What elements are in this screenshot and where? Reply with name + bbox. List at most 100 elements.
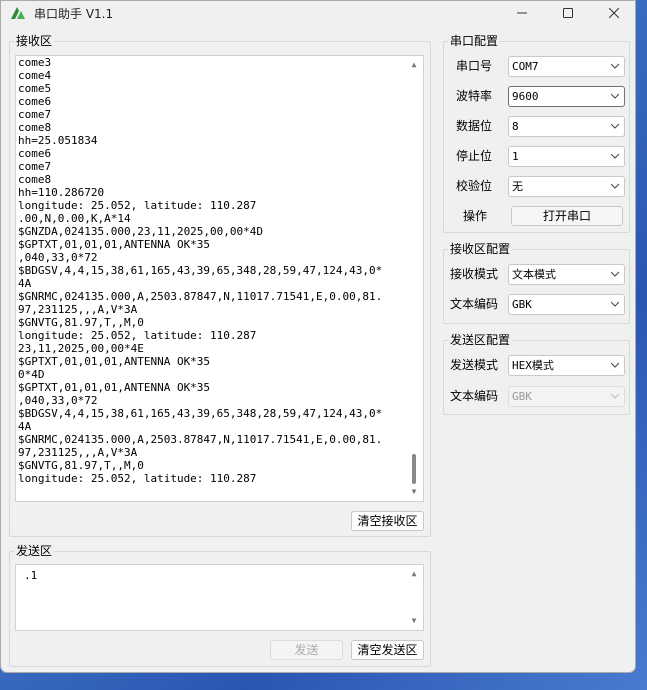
- recv-line: $BDGSV,4,4,15,38,61,165,43,39,65,348,28,…: [18, 264, 383, 277]
- baud-select[interactable]: 9600: [508, 86, 625, 107]
- send-group-title: 发送区: [14, 544, 55, 558]
- recv-line: come6: [18, 95, 52, 108]
- recv-group-title: 接收区: [14, 34, 55, 48]
- send-mode-label: 发送模式: [450, 358, 499, 372]
- recv-config-title: 接收区配置: [448, 242, 513, 256]
- recv-line: come5: [18, 82, 52, 95]
- recv-mode-select[interactable]: 文本模式: [508, 264, 625, 285]
- chevron-down-icon: [611, 301, 619, 307]
- scroll-up-icon[interactable]: ▲: [409, 60, 419, 70]
- recv-line: ,040,33,0*72: [18, 251, 98, 264]
- recv-line: come7: [18, 108, 52, 121]
- recv-line: 4A: [18, 420, 32, 433]
- scroll-down-icon[interactable]: ▼: [409, 616, 419, 626]
- chevron-down-icon: [611, 93, 619, 99]
- open-port-button[interactable]: 打开串口: [511, 206, 623, 226]
- recv-line: ,040,33,0*72: [18, 394, 98, 407]
- recv-text: come3 come4 come5 come6 come7 come8 hh=25.0518…: [18, 56, 405, 485]
- recv-line: 0*4D: [18, 368, 45, 381]
- databits-select[interactable]: 8: [508, 116, 625, 137]
- port-value: COM7: [512, 60, 539, 73]
- stopbits-select[interactable]: 1: [508, 146, 625, 167]
- recv-encoding-value: GBK: [512, 298, 532, 311]
- chevron-down-icon: [611, 183, 619, 189]
- send-encoding-label: 文本编码: [450, 389, 499, 403]
- recv-mode-value: 文本模式: [512, 268, 556, 281]
- port-label: 串口号: [456, 59, 493, 73]
- recv-line: come7: [18, 160, 52, 173]
- recv-line: 97,231125,,,A,V*3A: [18, 446, 138, 459]
- scroll-thumb[interactable]: [412, 454, 416, 484]
- recv-line: $GPTXT,01,01,01,ANTENNA OK*35: [18, 238, 211, 251]
- parity-label: 校验位: [456, 179, 493, 193]
- main-window: 串口助手 V1.1 接收区 come3 come4 come5 come6 come7 c…: [0, 0, 636, 673]
- recv-line: come6: [18, 147, 52, 160]
- recv-line: $GNRMC,024135.000,A,2503.87847,N,11017.7…: [18, 433, 383, 446]
- close-icon: [609, 8, 619, 18]
- recv-line: $GNVTG,81.97,T,,M,0: [18, 459, 144, 472]
- recv-line: come8: [18, 121, 52, 134]
- send-button[interactable]: 发送: [270, 640, 343, 660]
- recv-encoding-select[interactable]: GBK: [508, 294, 625, 315]
- recv-line: longitude: 25.052, latitude: 110.287: [18, 472, 257, 485]
- scroll-down-icon[interactable]: ▼: [409, 487, 419, 497]
- databits-value: 8: [512, 120, 519, 133]
- recv-line: $GNZDA,024135.000,23,11,2025,00,00*4D: [18, 225, 264, 238]
- parity-select[interactable]: 无: [508, 176, 625, 197]
- recv-line: $BDGSV,4,4,15,38,61,165,43,39,65,348,28,…: [18, 407, 383, 420]
- recv-line: longitude: 25.052, latitude: 110.287: [18, 199, 257, 212]
- recv-line: come4: [18, 69, 52, 82]
- clear-send-button[interactable]: 清空发送区: [351, 640, 424, 660]
- maximize-icon: [563, 8, 573, 18]
- recv-line: $GNRMC,024135.000,A,2503.87847,N,11017.7…: [18, 290, 383, 303]
- minimize-button[interactable]: [499, 1, 545, 25]
- recv-line: 97,231125,,,A,V*3A: [18, 303, 138, 316]
- chevron-down-icon: [611, 153, 619, 159]
- stopbits-value: 1: [512, 150, 519, 163]
- recv-mode-label: 接收模式: [450, 267, 499, 281]
- window-title: 串口助手 V1.1: [34, 7, 114, 21]
- send-config-title: 发送区配置: [448, 333, 513, 347]
- send-mode-value: HEX模式: [512, 359, 554, 372]
- send-scrollbar[interactable]: ▲ ▼: [406, 565, 423, 630]
- close-button[interactable]: [591, 1, 635, 25]
- recv-textarea[interactable]: come3 come4 come5 come6 come7 come8 hh=25.0518…: [15, 55, 424, 502]
- recv-scrollbar[interactable]: ▲ ▼: [406, 56, 423, 501]
- recv-line: 4A: [18, 277, 32, 290]
- chevron-down-icon: [611, 271, 619, 277]
- send-encoding-select[interactable]: GBK: [508, 386, 625, 407]
- send-mode-select[interactable]: HEX模式: [508, 355, 625, 376]
- recv-line: 23,11,2025,00,00*4E: [18, 342, 144, 355]
- recv-line: .00,N,0.00,K,A*14: [18, 212, 131, 225]
- baud-label: 波特率: [456, 89, 493, 103]
- stopbits-label: 停止位: [456, 149, 493, 163]
- databits-label: 数据位: [456, 119, 493, 133]
- recv-line: come8: [18, 173, 52, 186]
- send-textarea[interactable]: .1 ▲ ▼: [15, 564, 424, 631]
- app-logo-icon: [11, 7, 25, 19]
- recv-line: longitude: 25.052, latitude: 110.287: [18, 329, 257, 342]
- maximize-button[interactable]: [545, 1, 591, 25]
- recv-line: $GPTXT,01,01,01,ANTENNA OK*35: [18, 381, 211, 394]
- recv-line: $GPTXT,01,01,01,ANTENNA OK*35: [18, 355, 211, 368]
- minimize-icon: [517, 12, 527, 14]
- recv-line: hh=25.051834: [18, 134, 98, 147]
- chevron-down-icon: [611, 123, 619, 129]
- chevron-down-icon: [611, 362, 619, 368]
- title-bar[interactable]: 串口助手 V1.1: [1, 1, 635, 25]
- serial-config-title: 串口配置: [448, 34, 501, 48]
- chevron-down-icon: [611, 63, 619, 69]
- baud-value: 9600: [512, 90, 539, 103]
- chevron-down-icon: [611, 393, 619, 399]
- scroll-up-icon[interactable]: ▲: [409, 569, 419, 579]
- recv-line: hh=110.286720: [18, 186, 105, 199]
- operation-label: 操作: [463, 209, 488, 223]
- send-encoding-value: GBK: [512, 390, 532, 403]
- recv-encoding-label: 文本编码: [450, 297, 499, 311]
- send-text: .1: [24, 569, 38, 582]
- port-select[interactable]: COM7: [508, 56, 625, 77]
- parity-value: 无: [512, 180, 523, 193]
- clear-recv-button[interactable]: 清空接收区: [351, 511, 424, 531]
- recv-line: $GNVTG,81.97,T,,M,0: [18, 316, 144, 329]
- recv-line: come3: [18, 56, 52, 69]
